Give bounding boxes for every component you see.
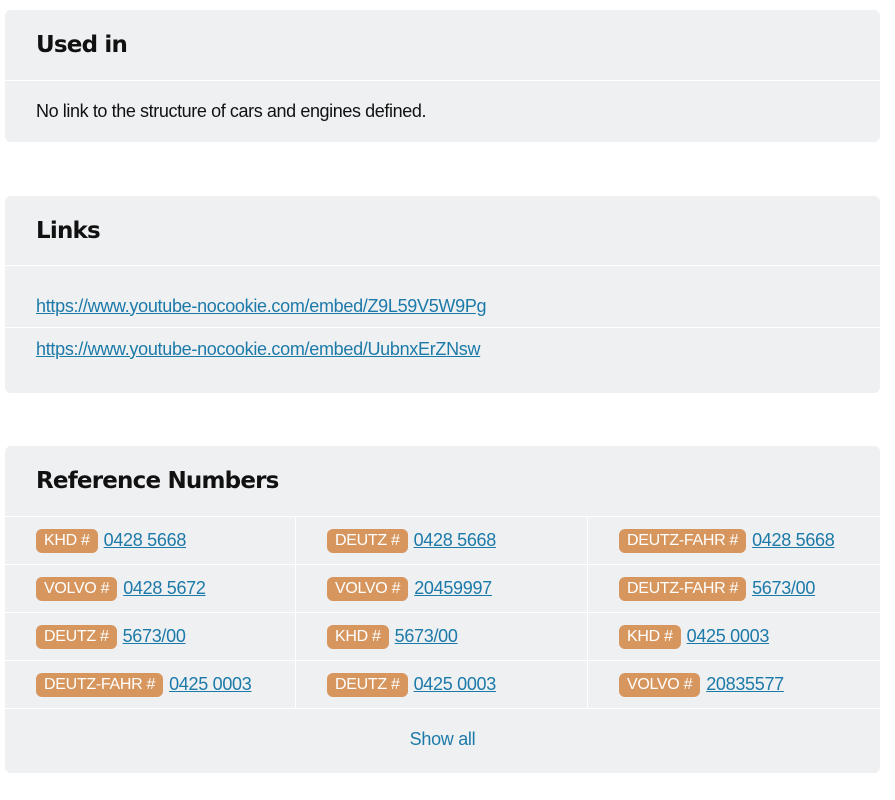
links-title: Links: [5, 196, 880, 266]
brand-badge: KHD #: [327, 624, 389, 649]
youtube-link-1[interactable]: https://www.youtube-nocookie.com/embed/Z…: [36, 296, 487, 317]
reference-number-link[interactable]: 5673/00: [395, 626, 458, 647]
brand-badge: DEUTZ-FAHR #: [36, 672, 164, 697]
reference-number-link[interactable]: 0428 5668: [104, 530, 187, 551]
brand-badge: KHD #: [36, 528, 98, 553]
brand-badge: DEUTZ-FAHR #: [619, 528, 747, 553]
used-in-card: Used in No link to the structure of cars…: [5, 10, 880, 142]
reference-cell: KHD # 0425 0003: [588, 613, 880, 661]
reference-number-link[interactable]: 0425 0003: [687, 626, 770, 647]
reference-number-link[interactable]: 0425 0003: [169, 674, 252, 695]
brand-badge: DEUTZ #: [327, 528, 408, 553]
reference-cell: DEUTZ-FAHR # 0428 5668: [588, 517, 880, 565]
reference-number-link[interactable]: 5673/00: [123, 626, 186, 647]
brand-badge: VOLVO #: [619, 672, 701, 697]
reference-number-link[interactable]: 0428 5668: [414, 530, 497, 551]
brand-badge: DEUTZ #: [327, 672, 408, 697]
reference-cell: DEUTZ-FAHR # 5673/00: [588, 565, 880, 613]
used-in-text: No link to the structure of cars and eng…: [36, 100, 427, 121]
reference-cell: VOLVO # 0428 5672: [5, 565, 296, 613]
reference-number-link[interactable]: 0428 5672: [123, 578, 206, 599]
used-in-title: Used in: [5, 10, 880, 81]
reference-cell: VOLVO # 20459997: [296, 565, 588, 613]
brand-badge: KHD #: [619, 624, 681, 649]
reference-cell: DEUTZ # 5673/00: [5, 613, 296, 661]
links-card: Links https://www.youtube-nocookie.com/e…: [5, 196, 880, 393]
reference-cell: DEUTZ # 0425 0003: [296, 661, 588, 709]
reference-number-link[interactable]: 20459997: [414, 578, 492, 599]
reference-cell: KHD # 5673/00: [296, 613, 588, 661]
reference-cell: DEUTZ-FAHR # 0425 0003: [5, 661, 296, 709]
reference-number-link[interactable]: 0425 0003: [414, 674, 497, 695]
reference-cell: VOLVO # 20835577: [588, 661, 880, 709]
brand-badge: VOLVO #: [327, 576, 409, 601]
reference-number-link[interactable]: 5673/00: [752, 578, 815, 599]
reference-cell: DEUTZ # 0428 5668: [296, 517, 588, 565]
reference-number-link[interactable]: 20835577: [706, 674, 784, 695]
show-all-row: Show all: [5, 709, 880, 769]
link-row: https://www.youtube-nocookie.com/embed/Z…: [5, 285, 880, 328]
reference-cell: KHD # 0428 5668: [5, 517, 296, 565]
brand-badge: VOLVO #: [36, 576, 118, 601]
reference-number-link[interactable]: 0428 5668: [752, 530, 835, 551]
youtube-link-2[interactable]: https://www.youtube-nocookie.com/embed/U…: [36, 339, 481, 360]
reference-numbers-grid: KHD # 0428 5668 DEUTZ # 0428 5668 DEUTZ-…: [5, 517, 880, 709]
show-all-button[interactable]: Show all: [410, 729, 476, 750]
link-row: https://www.youtube-nocookie.com/embed/U…: [5, 328, 880, 371]
reference-numbers-card: Reference Numbers KHD # 0428 5668 DEUTZ …: [5, 446, 880, 773]
brand-badge: DEUTZ #: [36, 624, 117, 649]
brand-badge: DEUTZ-FAHR #: [619, 576, 747, 601]
reference-numbers-title: Reference Numbers: [5, 446, 880, 517]
